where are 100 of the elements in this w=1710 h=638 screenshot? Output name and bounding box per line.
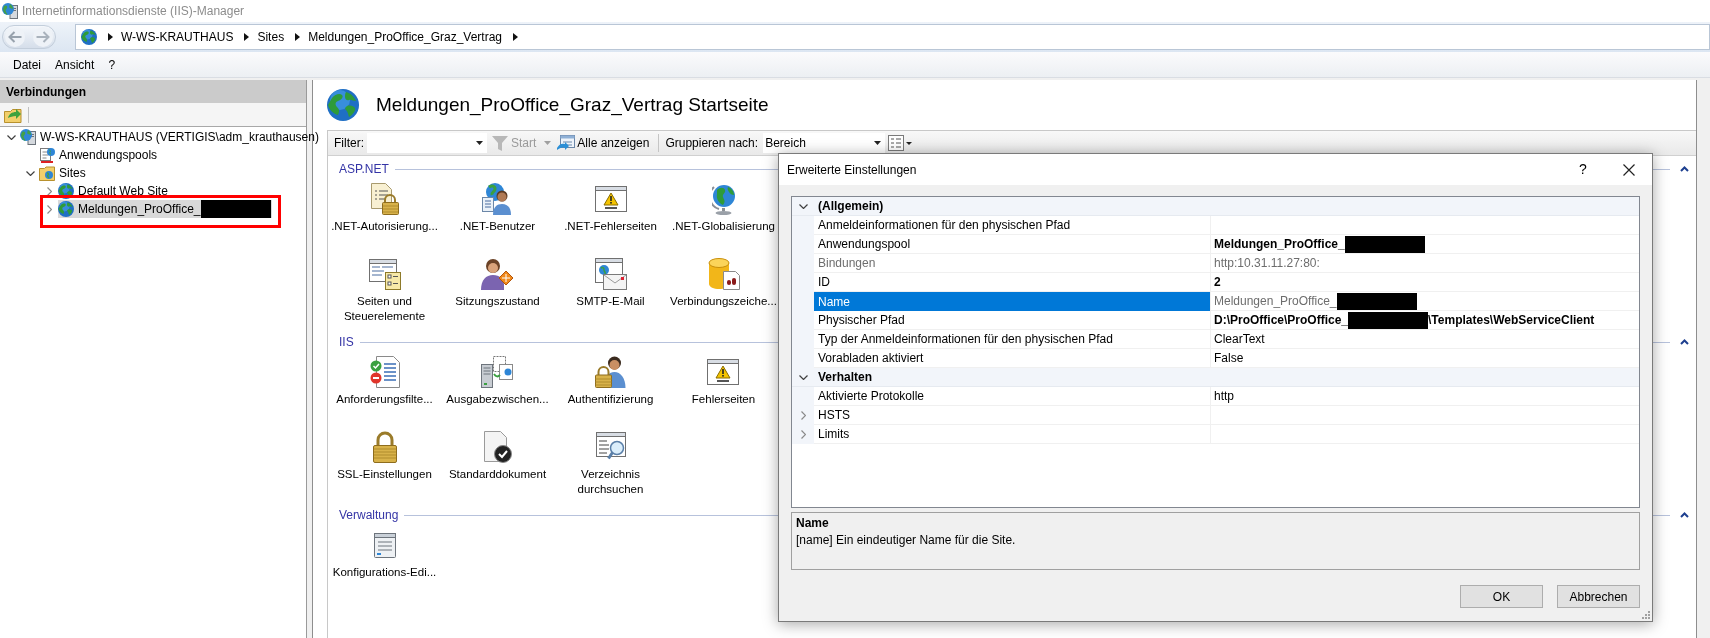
feature-item[interactable]: Anforderungsfilte... (336, 356, 433, 407)
chevron-right-icon[interactable] (46, 186, 52, 196)
property-value: D:\ProOffice\ProOffice_ (1214, 312, 1349, 329)
dropdown-arrow-icon (544, 141, 552, 145)
dialog-button[interactable]: Abbrechen (1557, 585, 1640, 608)
breadcrumb-arrow-icon[interactable] (513, 33, 519, 41)
group-title: IIS (339, 334, 354, 351)
breadcrumb-item[interactable]: Meldungen_ProOffice_Graz_Vertrag (308, 28, 503, 46)
globe-icon (327, 89, 359, 121)
property-name[interactable]: Name (814, 292, 1210, 311)
filter-field[interactable] (367, 133, 487, 153)
dropdown-arrow-icon[interactable] (476, 141, 483, 145)
document-lock-icon (368, 183, 401, 215)
feature-item[interactable]: .NET-Benutzer (459, 183, 536, 234)
feature-item[interactable]: Fehlerseiten (691, 356, 756, 407)
caret-up-icon[interactable] (1680, 166, 1689, 172)
feature-item[interactable]: SSL-Einstellungen (337, 431, 432, 482)
chevron-down-icon[interactable] (798, 203, 808, 209)
window-title: Internetinformationsdienste (IIS)-Manager (22, 3, 245, 20)
show-all-button[interactable]: Alle anzeigen (557, 132, 650, 154)
property-name[interactable]: Limits (814, 425, 1210, 444)
feature-item[interactable]: Konfigurations-Edi... (332, 529, 437, 580)
globe-icon (58, 201, 74, 217)
folder-arrow-icon[interactable] (4, 106, 22, 123)
property-name[interactable]: Typ der Anmeldeinformationen für den physischen Pfad (814, 330, 1210, 349)
property-name[interactable]: HSTS (814, 406, 1210, 425)
dialog-title: Erweiterte Einstellungen (787, 161, 917, 179)
address-bar[interactable]: W-WS-KRAUTHAUS Sites Meldungen_ProOffice_Graz_Vertrag (75, 24, 1710, 50)
menu-item[interactable]: ? (101, 55, 123, 74)
chevron-right-icon[interactable] (800, 411, 806, 420)
feature-item[interactable]: Verzeichnis durchsuchen (554, 431, 667, 497)
feature-item[interactable]: Ausgabezwischen... (446, 356, 549, 407)
property-name[interactable]: Physischer Pfad (814, 311, 1210, 330)
breadcrumb-arrow-icon[interactable] (244, 33, 250, 41)
form-window-icon (368, 258, 401, 290)
tree-item[interactable]: W-WS-KRAUTHAUS (VERTIGIS\adm_krauthausen) (20, 128, 320, 146)
menu-item[interactable]: Datei (6, 55, 48, 74)
menu-item[interactable]: Ansicht (48, 55, 102, 74)
group-by-dropdown[interactable]: Bereich (763, 133, 886, 153)
property-value: http (1214, 388, 1234, 405)
property-value: ClearText (1214, 331, 1265, 348)
panel-header: Verbindungen (0, 80, 306, 103)
breadcrumb-item[interactable]: W-WS-KRAUTHAUS (121, 28, 234, 46)
tree-item[interactable]: Anwendungspools (39, 146, 159, 164)
chevron-right-icon[interactable] (800, 430, 806, 439)
document-status-icon (369, 356, 400, 388)
dialog-button[interactable]: OK (1460, 585, 1543, 608)
document-globe-icon (39, 147, 55, 163)
group-by-label: Gruppieren nach: (665, 135, 759, 152)
feature-item[interactable]: Standarddokument (448, 431, 547, 482)
resize-grip-icon[interactable] (1642, 611, 1650, 619)
tree-item[interactable]: Meldungen_ProOffice_ (58, 200, 272, 218)
property-name[interactable]: Anmeldeinformationen für den physischen Pfad (814, 216, 1210, 235)
warning-window-icon (707, 359, 740, 385)
user-globe-icon (482, 183, 513, 215)
padlock-icon (372, 431, 397, 463)
globe-icon (81, 29, 97, 45)
category-row[interactable]: (Allgemein) (792, 197, 1639, 216)
database-icon (707, 258, 740, 290)
filter-label: Filter: (334, 135, 364, 152)
tree-item[interactable]: Default Web Site (58, 182, 169, 200)
tree-item[interactable]: Sites (39, 164, 87, 182)
feature-item[interactable]: .NET-Globalisierung (672, 183, 775, 234)
breadcrumb-arrow-icon[interactable] (108, 33, 113, 41)
close-icon (1623, 163, 1635, 176)
chevron-down-icon[interactable] (798, 374, 808, 380)
view-grid-icon[interactable] (888, 135, 913, 151)
warning-window-icon (594, 186, 627, 212)
property-value: False (1214, 350, 1244, 367)
breadcrumb-item[interactable]: Sites (257, 28, 285, 46)
chevron-right-icon[interactable] (46, 204, 52, 214)
page-title: Meldungen_ProOffice_Graz_Vertrag Startseite (376, 92, 769, 118)
caret-up-icon[interactable] (1680, 512, 1689, 518)
caret-up-icon[interactable] (1680, 339, 1689, 345)
property-name[interactable]: Aktivierte Protokolle (814, 387, 1210, 406)
feature-item[interactable]: .NET-Fehlerseiten (564, 183, 657, 234)
description-text: [name] Ein eindeutiger Name für die Site. (796, 532, 1017, 549)
feature-item[interactable]: Seiten und Steuerelemente (328, 258, 441, 324)
dropdown-arrow-icon (874, 141, 882, 145)
property-name[interactable]: Anwendungspool (814, 235, 1210, 254)
feature-item[interactable]: Verbindungszeiche... (670, 258, 777, 309)
document-window-icon (373, 532, 396, 558)
group-title: Verwaltung (339, 507, 399, 524)
funnel-icon (492, 135, 508, 151)
user-diamond-icon (481, 258, 514, 290)
category-row[interactable]: Verhalten (792, 368, 1639, 387)
breadcrumb-arrow-icon[interactable] (295, 33, 301, 41)
app-icon (2, 3, 18, 19)
description-title: Name (796, 515, 830, 532)
property-value: Meldungen_ProOffice_ (1214, 293, 1337, 310)
feature-item[interactable]: Sitzungszustand (455, 258, 540, 309)
globe-stand-icon (711, 183, 736, 215)
feature-item[interactable]: SMTP-E-Mail (576, 258, 645, 309)
user-lock-icon (595, 356, 626, 388)
chevron-down-icon[interactable] (25, 170, 35, 176)
help-button[interactable]: ? (1560, 154, 1606, 185)
feature-item[interactable]: Authentifizierung (567, 356, 654, 407)
feature-item[interactable]: .NET-Autorisierung... (331, 183, 438, 234)
chevron-down-icon[interactable] (6, 134, 16, 140)
server-globe-icon (20, 129, 36, 145)
